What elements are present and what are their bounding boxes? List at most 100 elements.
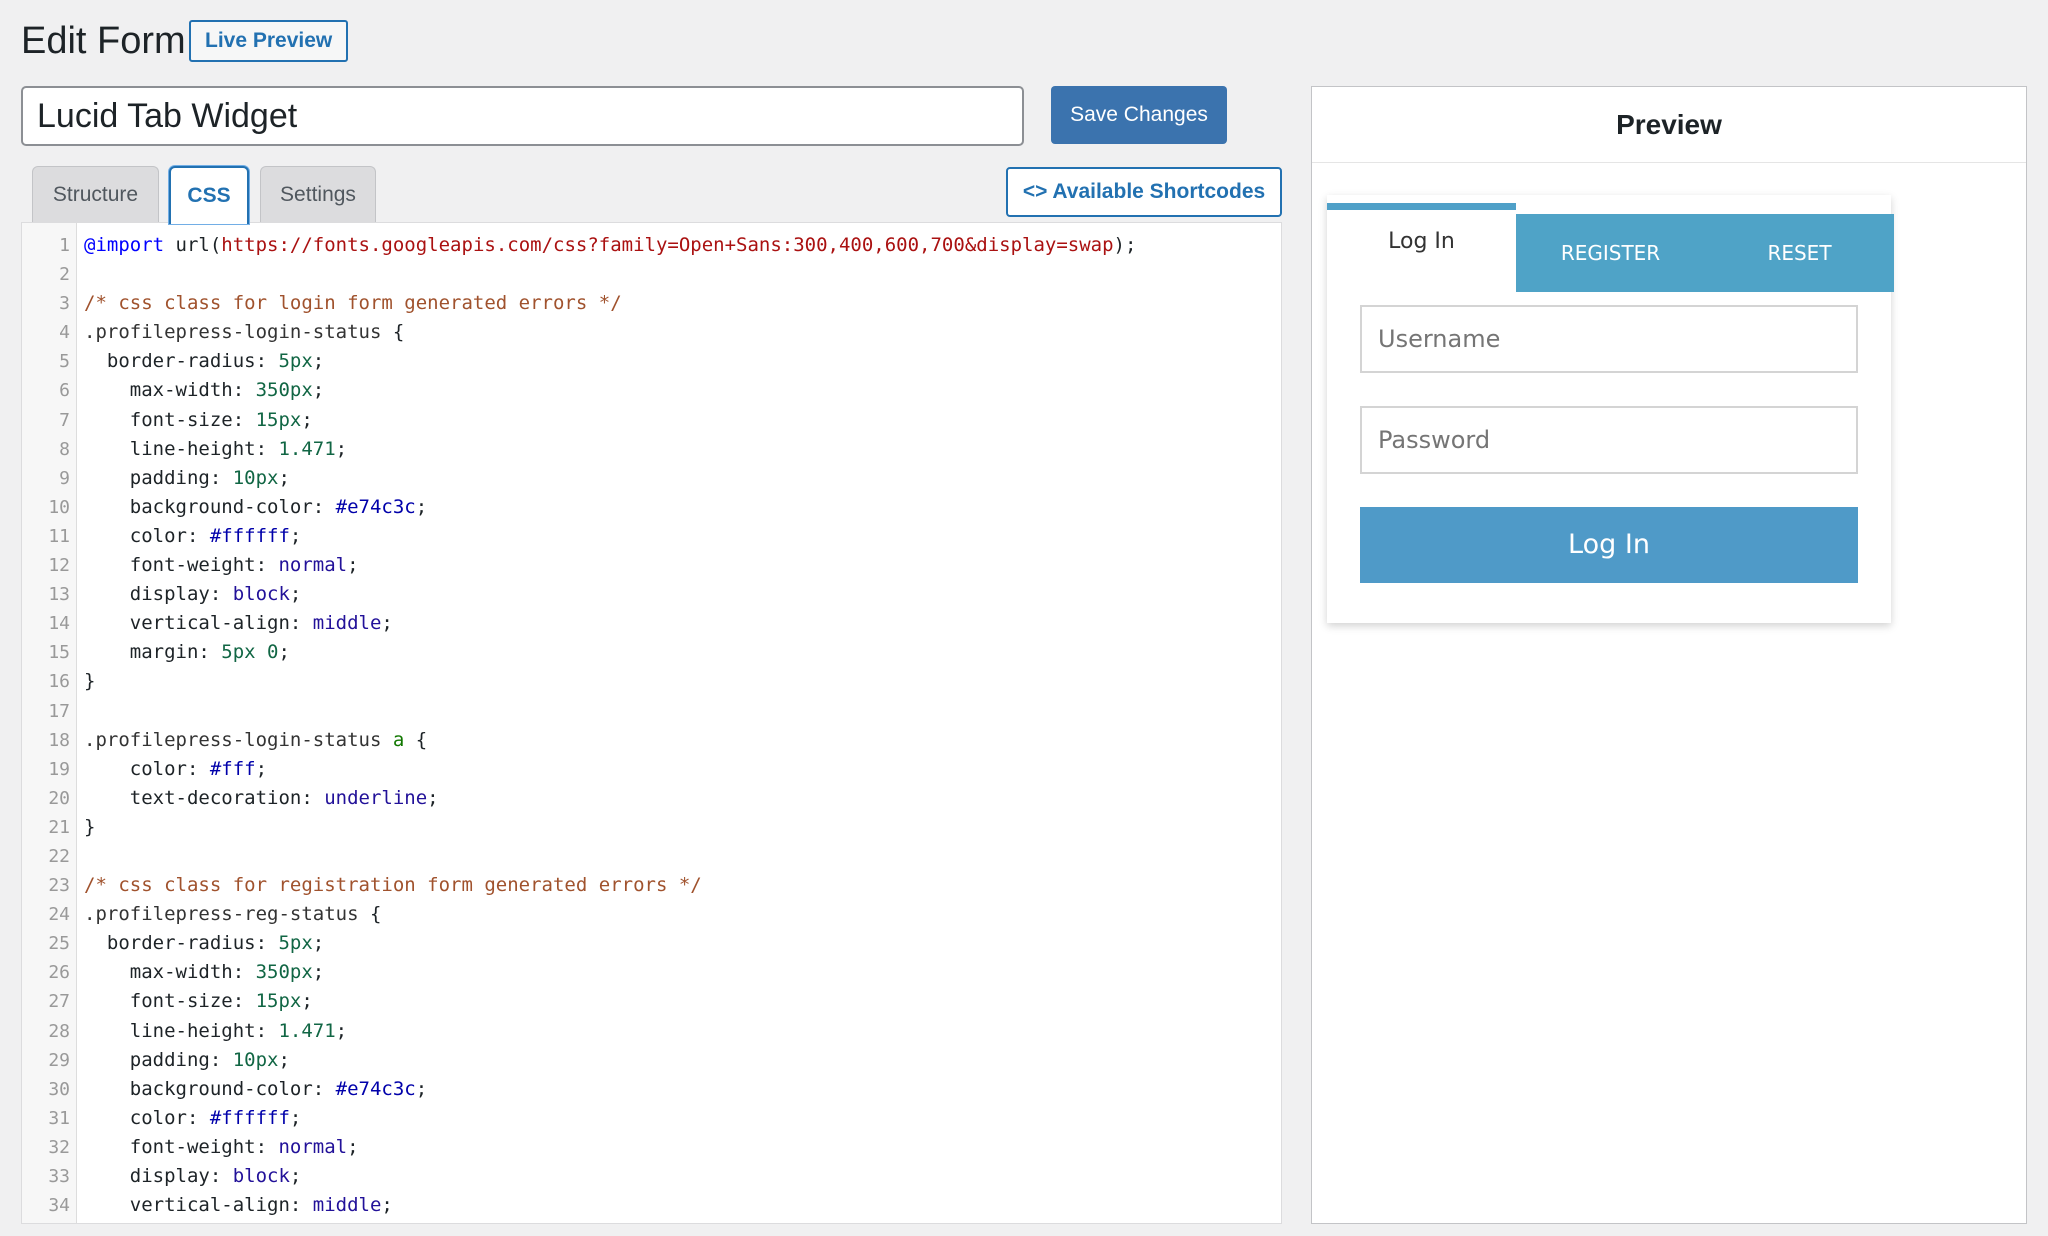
code-line: 1 @import url(https://fonts.googleapis.co… — [22, 231, 1281, 260]
code-text: border-radius: 5px; — [84, 932, 325, 955]
line-number: 3 — [59, 293, 70, 315]
line-number: 6 — [59, 380, 70, 402]
code-line: 11 color: #ffffff; — [22, 522, 1281, 551]
code-text: max-width: 350px; — [84, 379, 325, 402]
code-text: background-color: #e74c3c; — [84, 495, 428, 518]
code-line: 19 color: #fff; — [22, 755, 1281, 784]
code-text: margin: 5px 0; — [84, 641, 290, 664]
line-number: 14 — [48, 613, 70, 635]
code-line: 28 line-height: 1.471; — [22, 1017, 1281, 1046]
line-number: 24 — [48, 904, 70, 926]
line-number: 27 — [48, 991, 70, 1013]
code-line: 24 .profilepress-reg-status { — [22, 900, 1281, 929]
code-line: 12 font-weight: normal; — [22, 551, 1281, 580]
code-line: 33 display: block; — [22, 1162, 1281, 1191]
widget-tab-register[interactable]: REGISTER — [1516, 214, 1705, 292]
line-number: 20 — [48, 787, 70, 809]
code-text: line-height: 1.471; — [84, 437, 348, 460]
code-text: .profilepress-reg-status { — [84, 903, 382, 926]
line-number: 7 — [59, 409, 70, 431]
code-text: color: #fff; — [84, 757, 268, 780]
code-line: 7 font-size: 15px; — [22, 406, 1281, 435]
line-number: 23 — [48, 875, 70, 897]
line-number: 21 — [48, 816, 70, 838]
code-text: /* css class for login form generated er… — [84, 292, 622, 315]
code-text: line-height: 1.471; — [84, 1019, 348, 1042]
line-number: 5 — [59, 351, 70, 373]
line-number: 26 — [48, 962, 70, 984]
code-text: vertical-align: middle; — [84, 612, 393, 635]
code-line: 15 margin: 5px 0; — [22, 638, 1281, 667]
line-number: 11 — [48, 525, 70, 547]
code-text: font-size: 15px; — [84, 990, 313, 1013]
page-title: Edit Form — [21, 20, 186, 62]
live-preview-button[interactable]: Live Preview — [189, 20, 349, 62]
code-text: background-color: #e74c3c; — [84, 1077, 428, 1100]
code-line: 25 border-radius: 5px; — [22, 929, 1281, 958]
code-text: border-radius: 5px; — [84, 350, 325, 373]
tab-css[interactable]: CSS — [169, 166, 249, 224]
line-number: 12 — [48, 555, 70, 577]
code-text: } — [84, 670, 96, 693]
line-number: 16 — [48, 671, 70, 693]
password-field[interactable]: Password — [1360, 406, 1858, 474]
code-text: .profilepress-login-status a { — [84, 728, 428, 751]
preview-panel: Preview Log In REGISTER RESET Username P… — [1311, 86, 2027, 1224]
login-submit-button[interactable]: Log In — [1360, 507, 1858, 583]
code-text: color: #ffffff; — [84, 1106, 302, 1129]
code-text: text-decoration: underline; — [84, 786, 439, 809]
code-text: vertical-align: middle; — [84, 1194, 393, 1217]
code-line: 21} — [22, 813, 1281, 842]
code-line: 13 display: block; — [22, 580, 1281, 609]
code-text: display: block; — [84, 1165, 302, 1187]
code-text: font-size: 15px; — [84, 408, 313, 431]
line-number: 2 — [59, 264, 70, 286]
code-line: 2 — [22, 260, 1281, 289]
line-number: 17 — [48, 700, 70, 722]
code-line: 14 vertical-align: middle; — [22, 609, 1281, 638]
code-text: display: block; — [84, 583, 302, 606]
code-line: 31 color: #ffffff; — [22, 1104, 1281, 1133]
code-line: 30 background-color: #e74c3c; — [22, 1075, 1281, 1104]
line-number: 9 — [59, 467, 70, 489]
line-number: 13 — [48, 584, 70, 606]
line-number: 28 — [48, 1020, 70, 1042]
code-line: 22 — [22, 842, 1281, 871]
code-line: 10 background-color: #e74c3c; — [22, 493, 1281, 522]
code-text: max-width: 350px; — [84, 961, 325, 984]
available-shortcodes-button[interactable]: <> Available Shortcodes — [1006, 167, 1282, 217]
code-line: 6 max-width: 350px; — [22, 376, 1281, 405]
widget-tab-reset[interactable]: RESET — [1705, 214, 1894, 292]
line-number: 22 — [48, 845, 70, 867]
widget-tab-bar: Log In REGISTER RESET — [1327, 195, 1894, 292]
preview-title: Preview — [1312, 87, 2026, 163]
code-text: font-weight: normal; — [84, 1135, 359, 1158]
widget-tab-login[interactable]: Log In — [1327, 203, 1516, 287]
code-line: 4 .profilepress-login-status { — [22, 318, 1281, 347]
code-line: 9 padding: 10px; — [22, 464, 1281, 493]
tab-structure[interactable]: Structure — [32, 166, 159, 222]
line-number: 18 — [48, 729, 70, 751]
code-line: 23 /* css class for registration form gen… — [22, 871, 1281, 900]
username-field[interactable]: Username — [1360, 305, 1858, 373]
code-text: font-weight: normal; — [84, 554, 359, 577]
code-line: 34 vertical-align: middle; — [22, 1191, 1281, 1220]
code-text: padding: 10px; — [84, 1048, 290, 1071]
line-number: 4 — [59, 322, 70, 344]
form-title-input[interactable]: Lucid Tab Widget — [21, 86, 1024, 146]
line-number: 30 — [48, 1078, 70, 1100]
css-code-editor[interactable]: 1 @import url(https://fonts.googleapis.co… — [21, 222, 1282, 1224]
code-line: 26 max-width: 350px; — [22, 958, 1281, 987]
code-text: /* css class for registration form gener… — [84, 874, 702, 897]
code-line: 32 font-weight: normal; — [22, 1133, 1281, 1162]
save-changes-button[interactable]: Save Changes — [1051, 86, 1227, 144]
code-text: @import url(https://fonts.googleapis.com… — [84, 234, 1137, 256]
line-number: 19 — [48, 758, 70, 780]
line-number: 33 — [48, 1166, 70, 1187]
line-number: 29 — [48, 1049, 70, 1071]
line-number: 1 — [59, 235, 70, 256]
tab-settings[interactable]: Settings — [260, 166, 376, 222]
tab-widget: Log In REGISTER RESET Username Password … — [1327, 195, 1894, 623]
code-text: color: #ffffff; — [84, 524, 302, 547]
code-line: 18 .profilepress-login-status a { — [22, 726, 1281, 755]
